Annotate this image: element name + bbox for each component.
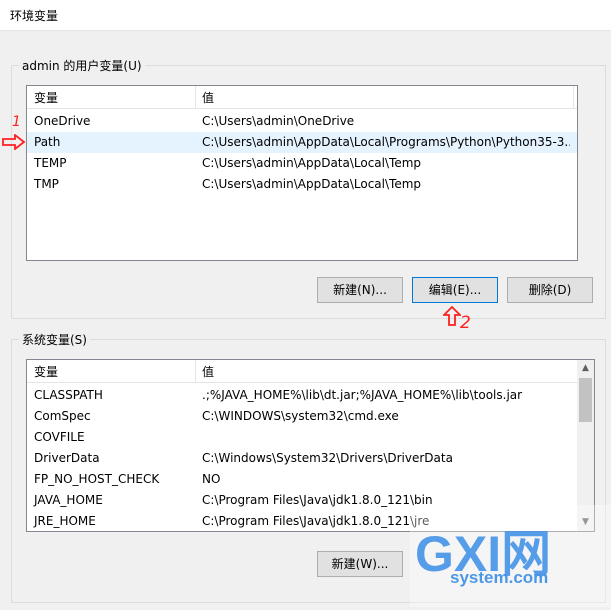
watermark-site-text: system.com — [450, 568, 548, 587]
system-new-button[interactable]: 新建(W)... — [317, 551, 403, 577]
variable-name: JAVA_HOME — [34, 493, 103, 507]
column-header-variable[interactable]: 变量 — [34, 89, 58, 106]
variable-name: TMP — [34, 177, 59, 191]
table-row[interactable]: ComSpec C:\WINDOWS\system32\cmd.exe — [27, 406, 577, 427]
table-row[interactable]: OneDrive C:\Users\admin\OneDrive — [27, 111, 577, 132]
variable-value: C:\Users\admin\OneDrive — [202, 114, 355, 128]
user-new-button[interactable]: 新建(N)... — [317, 277, 403, 303]
system-vars-header: 变量 值 — [27, 360, 577, 383]
user-vars-list[interactable]: 变量 值 OneDrive C:\Users\admin\OneDrive Pa… — [26, 85, 578, 261]
variable-name: Path — [34, 135, 61, 149]
scroll-up-icon[interactable]: ▲ — [577, 360, 594, 377]
right-arrow-icon — [2, 134, 26, 150]
user-delete-button[interactable]: 删除(D) — [507, 277, 593, 303]
user-vars-group-label: admin 的用户变量(U) — [19, 57, 145, 74]
variable-value: C:\Windows\System32\Drivers\DriverData — [202, 451, 453, 465]
user-edit-button[interactable]: 编辑(E)... — [412, 277, 498, 303]
annotation-number-2: 2 — [460, 313, 471, 333]
variable-value: C:\Users\admin\AppData\Local\Programs\Py… — [202, 135, 570, 149]
variable-value: NO — [202, 472, 221, 486]
column-header-variable[interactable]: 变量 — [34, 363, 58, 380]
table-row-selected[interactable]: Path C:\Users\admin\AppData\Local\Progra… — [27, 132, 577, 153]
variable-value: C:\Users\admin\AppData\Local\Temp — [202, 156, 422, 170]
table-row[interactable]: FP_NO_HOST_CHECK NO — [27, 469, 577, 490]
variable-name: COVFILE — [34, 430, 85, 444]
table-row[interactable]: DriverData C:\Windows\System32\Drivers\D… — [27, 448, 577, 469]
variable-name: DriverData — [34, 451, 100, 465]
table-row[interactable]: TEMP C:\Users\admin\AppData\Local\Temp — [27, 153, 577, 174]
title-bar: 环境变量 — [0, 0, 611, 31]
scroll-thumb[interactable] — [579, 378, 592, 422]
variable-name: FP_NO_HOST_CHECK — [34, 472, 160, 486]
variable-value: C:\Users\admin\AppData\Local\Temp — [202, 177, 422, 191]
variable-name: TEMP — [34, 156, 67, 170]
column-header-value[interactable]: 值 — [202, 89, 214, 106]
variable-name: OneDrive — [34, 114, 91, 128]
column-header-value[interactable]: 值 — [202, 363, 214, 380]
table-row[interactable]: TMP C:\Users\admin\AppData\Local\Temp — [27, 174, 577, 195]
table-row[interactable]: CLASSPATH .;%JAVA_HOME%\lib\dt.jar;%JAVA… — [27, 385, 577, 406]
annotation-number-1: 1 — [12, 114, 21, 130]
variable-name: JRE_HOME — [34, 514, 96, 528]
table-row[interactable]: COVFILE — [27, 427, 577, 448]
window-title: 环境变量 — [10, 9, 59, 23]
user-vars-header: 变量 值 — [27, 86, 577, 109]
system-vars-group-label: 系统变量(S) — [19, 331, 90, 348]
watermark-logo-icon: GXI网 system.com — [410, 505, 611, 607]
variable-value: C:\WINDOWS\system32\cmd.exe — [202, 409, 399, 423]
variable-name: CLASSPATH — [34, 388, 103, 402]
up-arrow-icon — [443, 306, 461, 326]
variable-name: ComSpec — [34, 409, 91, 423]
variable-value: .;%JAVA_HOME%\lib\dt.jar;%JAVA_HOME%\lib… — [202, 388, 523, 402]
watermark: GXI网 system.com — [410, 505, 611, 607]
